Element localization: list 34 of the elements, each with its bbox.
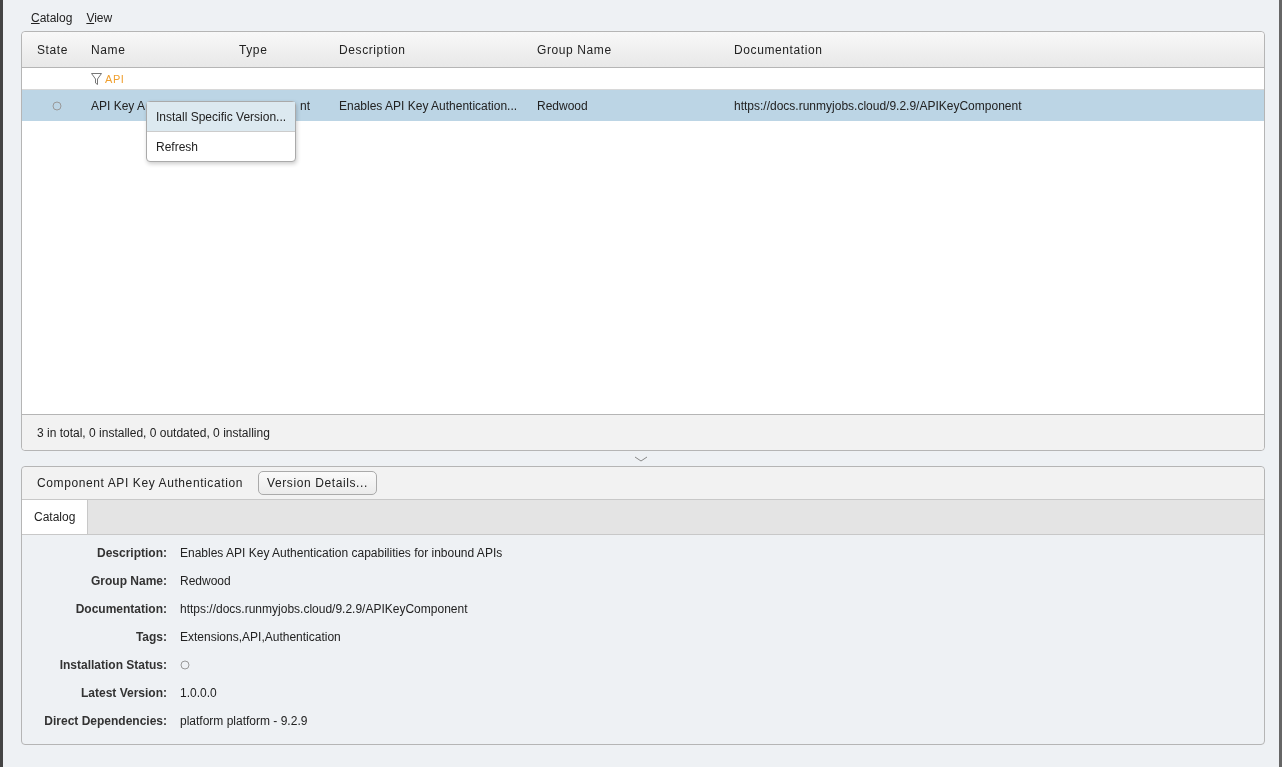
menu-item[interactable]: View: [86, 11, 113, 25]
property-label: Description:: [96, 545, 167, 562]
property-label: Documentation:: [74, 601, 167, 618]
table-cell: nt: [300, 98, 310, 113]
table-cell: API Key A: [91, 98, 146, 113]
property-value: https://docs.runmyjobs.cloud/9.2.9/APIKeyComponent: [180, 601, 469, 618]
property-label: Tags:: [134, 629, 167, 646]
column-header[interactable]: Name: [76, 42, 224, 57]
property-label: Group Name:: [90, 573, 167, 590]
column-header[interactable]: Description: [324, 42, 522, 57]
filter-icon: [91, 72, 102, 85]
menu-item[interactable]: Catalog: [31, 11, 73, 25]
property-label: Direct Dependencies:: [43, 713, 167, 730]
component-title: Component API Key Authentication: [37, 476, 243, 490]
property-value: Redwood: [180, 573, 232, 590]
menu-item[interactable]: Install Specific Version...: [147, 102, 296, 131]
column-header[interactable]: Group Name: [522, 42, 719, 57]
property-value: platform platform - 9.2.9: [180, 713, 309, 730]
menu-item[interactable]: Refresh: [147, 131, 296, 161]
property-value: 1.0.0.0: [180, 685, 218, 702]
column-header[interactable]: State: [22, 42, 76, 57]
property-label: Latest Version:: [79, 685, 167, 702]
property-value: Enables API Key Authentication capabilities for inbound APIs: [180, 545, 504, 562]
column-header[interactable]: Type: [224, 42, 324, 57]
chevron-down-icon[interactable]: [634, 455, 648, 462]
property-value: Extensions,API,Authentication: [180, 629, 342, 646]
table-cell: Enables API Key Authentication...: [339, 98, 518, 113]
tab[interactable]: Catalog: [22, 500, 89, 534]
table-cell: https://docs.runmyjobs.cloud/9.2.9/APIKeyComponent: [734, 98, 1022, 113]
property-label: Installation Status:: [58, 657, 167, 674]
status-bar-text: 3 in total, 0 installed, 0 outdated, 0 installing: [22, 414, 1264, 450]
table-cell: Redwood: [537, 98, 588, 113]
column-header[interactable]: Documentation: [719, 42, 1119, 57]
version-details-button[interactable]: Version Details...: [258, 471, 377, 495]
